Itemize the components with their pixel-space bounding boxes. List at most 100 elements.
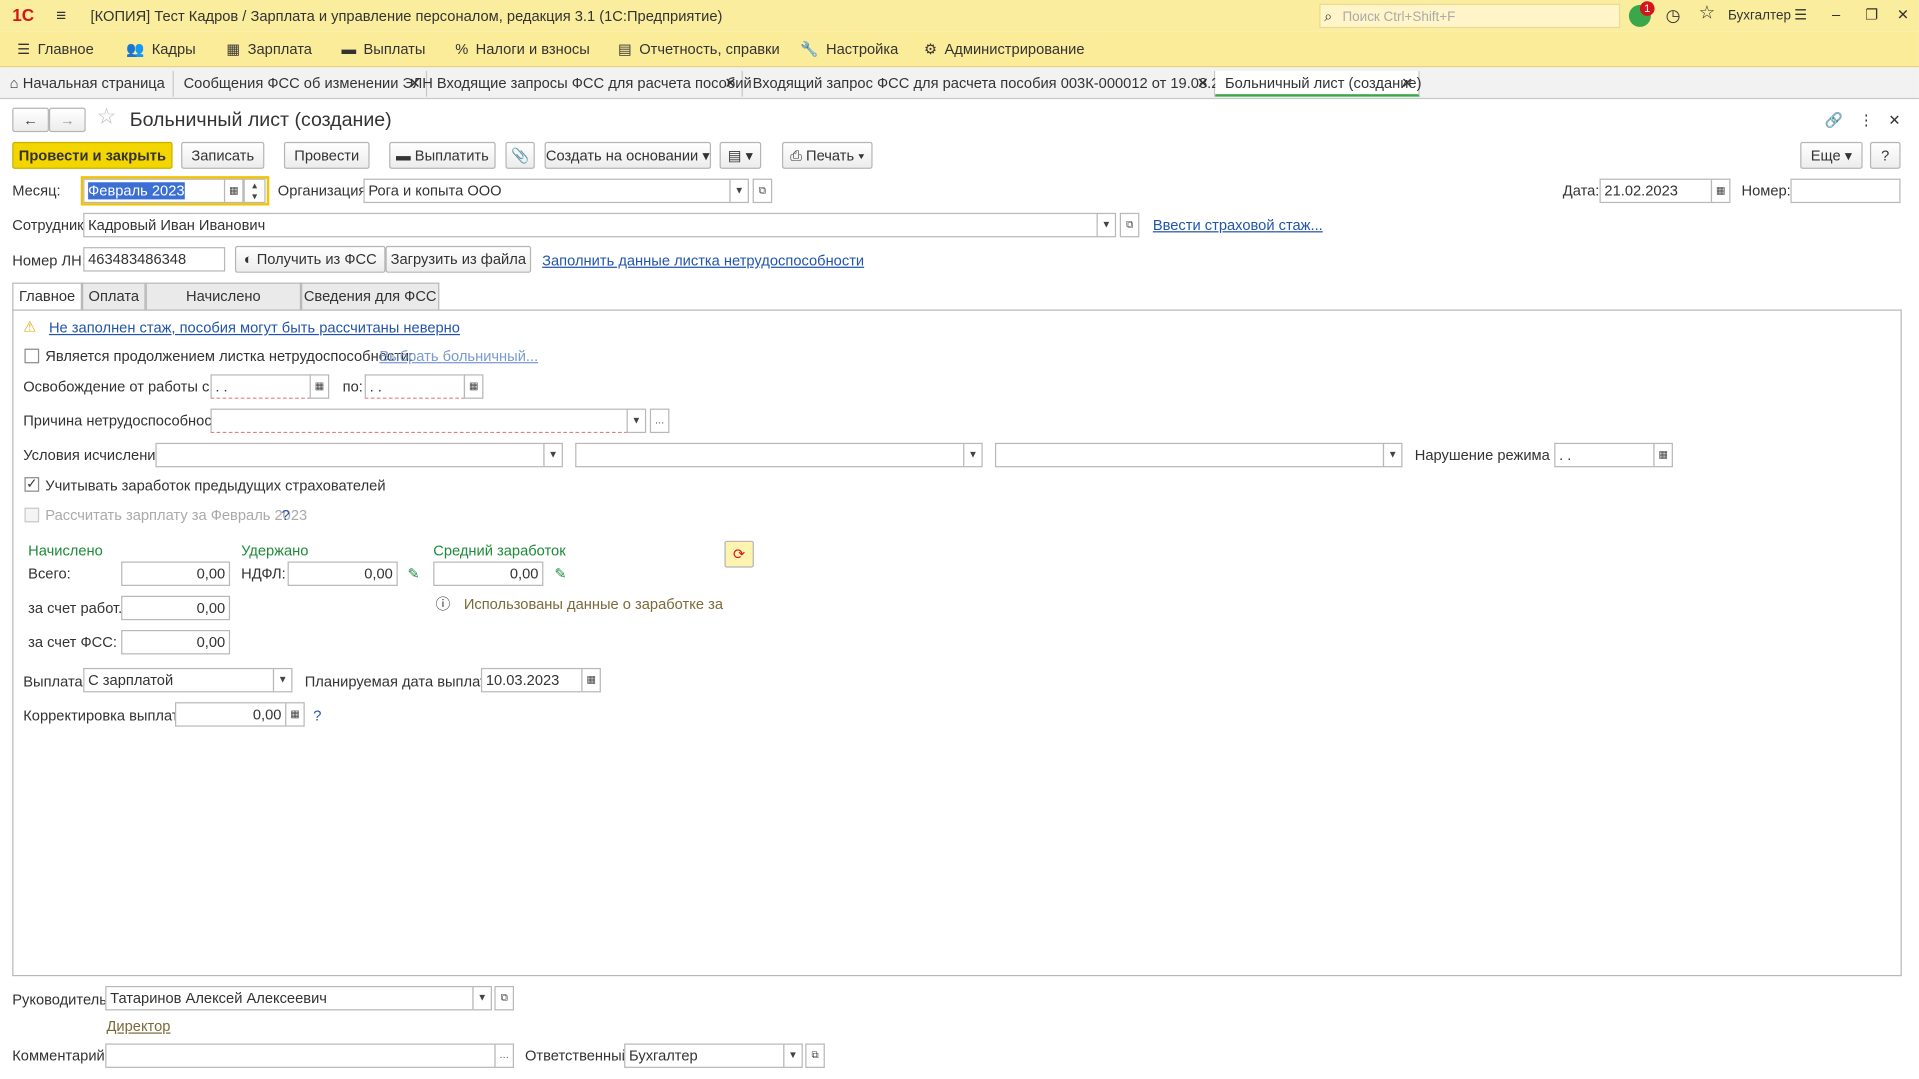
user-name[interactable]: Бухгалтер bbox=[1728, 6, 1791, 26]
month-spinner[interactable]: ▴ ▾ bbox=[243, 178, 266, 204]
payment-field[interactable]: С зарплатой bbox=[83, 667, 275, 693]
forward-button[interactable]: → bbox=[48, 107, 86, 133]
manager-position-link[interactable]: Директор bbox=[106, 1017, 170, 1037]
more-button[interactable]: Еще ▾ bbox=[1800, 141, 1863, 169]
number-field[interactable] bbox=[1790, 178, 1901, 204]
fss-field[interactable]: 0,00 bbox=[121, 629, 231, 655]
open-icon[interactable]: ⧉ bbox=[805, 1043, 825, 1068]
close-tab-icon[interactable]: ✕ bbox=[1401, 71, 1413, 95]
avg-earnings-field[interactable]: 0,00 bbox=[433, 561, 544, 586]
release-to-field[interactable]: . . bbox=[364, 374, 466, 399]
save-button[interactable]: Записать bbox=[181, 141, 265, 169]
month-field[interactable]: Февраль 2023 bbox=[83, 178, 226, 204]
favorites-star-icon[interactable]: ☆ bbox=[1699, 3, 1715, 24]
ln-number-field[interactable]: 463483486348 bbox=[83, 247, 226, 272]
chevron-down-icon[interactable]: ▼ bbox=[626, 408, 647, 434]
chevron-down-icon[interactable]: ▼ bbox=[729, 178, 749, 204]
settings-menu-icon[interactable]: ☰ bbox=[1794, 5, 1807, 25]
close-tab-icon[interactable]: ✕ bbox=[724, 71, 736, 95]
menu-payments[interactable]: ▬ Выплаты bbox=[341, 32, 425, 67]
chevron-down-icon[interactable]: ▼ bbox=[1096, 212, 1117, 238]
load-from-file-button[interactable]: Загрузить из файла bbox=[385, 245, 532, 273]
condition-2-field[interactable] bbox=[575, 442, 965, 468]
tab-fss-messages[interactable]: Сообщения ФСС об изменении ЭЛН ✕ bbox=[174, 70, 433, 97]
correction-field[interactable]: 0,00 bbox=[175, 702, 287, 727]
menu-reports[interactable]: ▤ Отчетность, справки bbox=[618, 32, 780, 67]
hamburger-icon[interactable]: ≡ bbox=[56, 5, 66, 25]
manager-field[interactable]: Татаринов Алексей Алексеевич bbox=[105, 985, 474, 1011]
condition-1-field[interactable] bbox=[155, 442, 545, 468]
reason-field[interactable] bbox=[210, 408, 628, 434]
close-tab-icon[interactable]: ✕ bbox=[409, 71, 421, 95]
open-icon[interactable]: ⧉ bbox=[1119, 212, 1140, 238]
recalculate-button[interactable]: ⟳ bbox=[724, 540, 754, 568]
employer-field[interactable]: 0,00 bbox=[121, 595, 231, 621]
chevron-down-icon[interactable]: ▼ bbox=[272, 667, 293, 693]
chevron-down-icon[interactable]: ▼ bbox=[472, 985, 492, 1011]
post-button[interactable]: Провести bbox=[283, 141, 370, 169]
open-icon[interactable]: ⧉ bbox=[494, 985, 514, 1011]
calc-salary-help[interactable]: ? bbox=[281, 505, 289, 525]
chevron-down-icon[interactable]: ▼ bbox=[1382, 442, 1403, 468]
calendar-icon[interactable]: ▦ bbox=[581, 667, 601, 693]
print-button[interactable]: ⎙ Печать ▾ bbox=[782, 141, 873, 169]
global-search-input[interactable]: ⌕ Поиск Ctrl+Shift+F bbox=[1319, 3, 1621, 29]
create-based-on-button[interactable]: Создать на основании ▾ bbox=[544, 141, 712, 169]
total-field[interactable]: 0,00 bbox=[121, 561, 231, 586]
continuation-checkbox[interactable] bbox=[24, 348, 40, 364]
prev-earnings-checkbox[interactable]: ✓ bbox=[24, 477, 40, 492]
close-tab-icon[interactable]: ✕ bbox=[1197, 71, 1209, 95]
calendar-icon[interactable]: ▦ bbox=[1710, 178, 1731, 204]
more-vertical-icon[interactable]: ⋮ bbox=[1859, 110, 1874, 130]
close-window-icon[interactable]: ✕ bbox=[1897, 5, 1909, 25]
calendar-icon[interactable]: ▦ bbox=[223, 178, 244, 204]
comment-field[interactable] bbox=[105, 1043, 496, 1068]
history-icon[interactable]: ◷ bbox=[1666, 5, 1681, 25]
post-and-close-button[interactable]: Провести и закрыть bbox=[12, 141, 173, 169]
get-from-fss-button[interactable]: ◐ Получить из ФСС bbox=[234, 245, 386, 273]
menu-hr[interactable]: 👥 Кадры bbox=[126, 32, 196, 67]
tab-home[interactable]: ⌂ Начальная страница bbox=[0, 70, 174, 97]
select-more-icon[interactable]: … bbox=[649, 408, 670, 434]
favorite-star-icon[interactable]: ☆ bbox=[97, 105, 117, 127]
link-icon[interactable]: 🔗 bbox=[1825, 110, 1843, 130]
choose-sick-leave-link[interactable]: Выбрать больничный... bbox=[379, 346, 538, 366]
edit-avg-pencil-icon[interactable]: ✎ bbox=[554, 564, 566, 584]
subtab-main[interactable]: Главное bbox=[12, 282, 82, 311]
pay-button[interactable]: ▬ Выплатить bbox=[389, 141, 496, 169]
violation-date-field[interactable]: . . bbox=[1554, 442, 1655, 468]
calc-salary-checkbox[interactable] bbox=[24, 507, 40, 523]
edit-ndfl-pencil-icon[interactable]: ✎ bbox=[408, 564, 420, 584]
release-from-field[interactable]: . . bbox=[210, 374, 311, 399]
open-icon[interactable]: ⧉ bbox=[752, 178, 773, 204]
insurance-experience-link[interactable]: Ввести страховой стаж... bbox=[1153, 215, 1323, 235]
chevron-down-icon[interactable]: ▼ bbox=[963, 442, 983, 468]
condition-3-field[interactable] bbox=[994, 442, 1385, 468]
tab-fss-request-item[interactable]: Входящий запрос ФСС для расчета пособия … bbox=[743, 70, 1244, 97]
responsible-field[interactable]: Бухгалтер bbox=[624, 1043, 785, 1068]
menu-settings[interactable]: 🔧 Настройка bbox=[800, 32, 898, 67]
date-field[interactable]: 21.02.2023 bbox=[1599, 178, 1713, 204]
subtab-accrued-details[interactable]: Начислено (подробно) bbox=[145, 282, 302, 330]
correction-help[interactable]: ? bbox=[313, 706, 321, 726]
menu-taxes[interactable]: % Налоги и взносы bbox=[455, 32, 590, 67]
calendar-icon[interactable]: ▦ bbox=[463, 374, 484, 399]
back-button[interactable]: ← bbox=[12, 107, 49, 133]
restore-icon[interactable]: ❐ bbox=[1865, 5, 1878, 25]
subtab-payment[interactable]: Оплата bbox=[81, 282, 146, 310]
plan-date-field[interactable]: 10.03.2023 bbox=[480, 667, 583, 693]
employee-field[interactable]: Кадровый Иван Иванович bbox=[83, 212, 1098, 238]
calendar-icon[interactable]: ▦ bbox=[309, 374, 330, 399]
fill-sick-leave-data-link[interactable]: Заполнить данные листка нетрудоспособнос… bbox=[542, 251, 864, 271]
chevron-down-icon[interactable]: ▼ bbox=[783, 1043, 803, 1068]
ndfl-field[interactable]: 0,00 bbox=[287, 561, 398, 586]
subtab-fss-info[interactable]: Сведения для ФСС bbox=[301, 282, 440, 310]
close-form-icon[interactable]: ✕ bbox=[1888, 110, 1900, 130]
app-logo[interactable]: 1С bbox=[12, 5, 34, 25]
tab-sick-leave[interactable]: Больничный лист (создание) ✕ bbox=[1215, 70, 1421, 97]
tab-fss-requests[interactable]: Входящие запросы ФСС для расчета пособий… bbox=[427, 70, 752, 97]
calculator-icon[interactable]: ▦ bbox=[285, 702, 305, 727]
organization-field[interactable]: Рога и копыта ООО bbox=[363, 178, 731, 204]
experience-warning-link[interactable]: Не заполнен стаж, пособия могут быть рас… bbox=[49, 318, 460, 338]
menu-admin[interactable]: ⚙ Администрирование bbox=[924, 32, 1085, 67]
